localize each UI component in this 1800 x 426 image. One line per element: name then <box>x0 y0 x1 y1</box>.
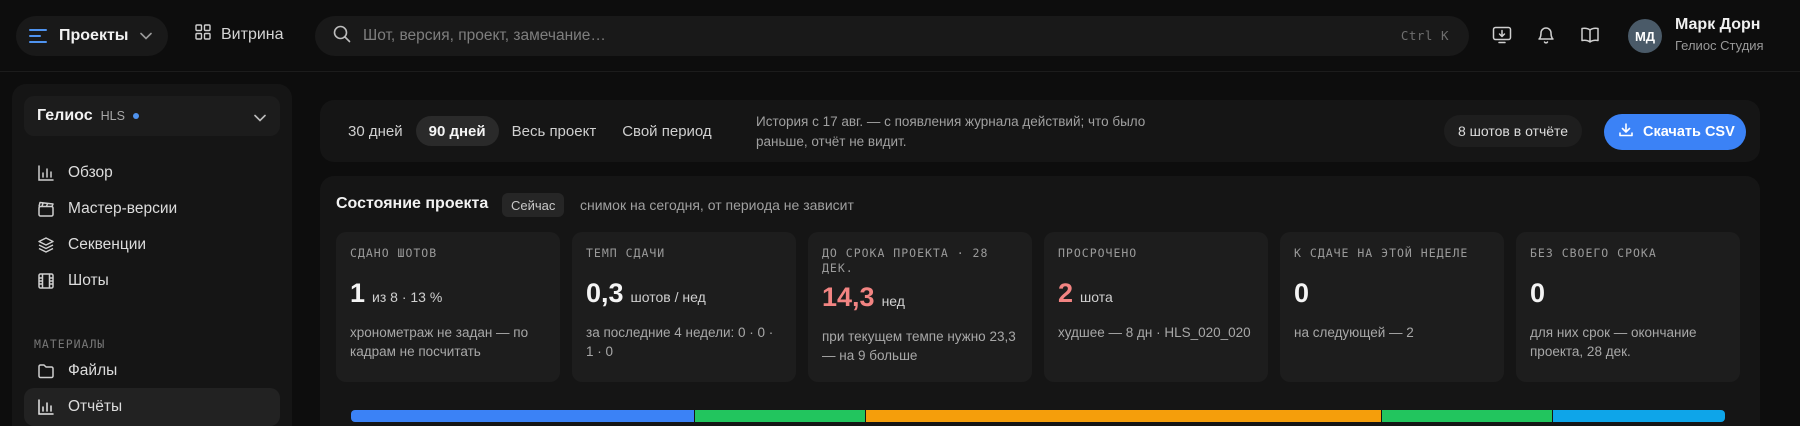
user-org: Гелиос Студия <box>1675 38 1764 53</box>
top-bar: Проекты Витрина Шот, версия, проект, зам… <box>0 0 1800 72</box>
kpi-card-pace: ТЕМП СДАЧИ 0,3 шотов / нед за последние … <box>572 232 796 382</box>
kpi-unit: шотов / нед <box>630 289 706 305</box>
sidebar-item-overview[interactable]: Обзор <box>24 154 280 192</box>
sidebar-item-sequences[interactable]: Секвенции <box>24 226 280 264</box>
kpi-card-deadline: ДО СРОКА ПРОЕКТА · 28 ДЕК. 14,3 нед при … <box>808 232 1032 382</box>
clapperboard-icon <box>36 199 56 219</box>
kpi-unit: из 8 · 13 % <box>372 289 443 305</box>
kpi-sub: на следующей — 2 <box>1294 325 1414 340</box>
status-dot <box>132 113 139 119</box>
workspace-selector[interactable]: Гелиос HLS <box>24 96 280 136</box>
sidebar-item-files[interactable]: Файлы <box>24 352 280 390</box>
now-badge: Сейчас <box>502 193 565 217</box>
sidebar-item-label: Обзор <box>68 164 113 181</box>
project-status-panel: Состояние проекта Сейчас снимок на сегод… <box>320 176 1760 426</box>
period-selector: 30 дней 90 дней Весь проект Свой период <box>335 113 725 149</box>
sidebar: Гелиос HLS Обзор Мастер-версии Секвенции… <box>12 84 292 426</box>
kpi-value: 2 <box>1058 278 1074 308</box>
download-csv-button[interactable]: Скачать CSV <box>1604 114 1746 150</box>
workspace-name: Гелиос <box>37 107 93 124</box>
kpi-card-overdue: ПРОСРОЧЕНО 2 шота худшее — 8 дн · HLS_02… <box>1044 232 1268 382</box>
distribution-segment <box>1553 410 1725 422</box>
kpi-unit: шота <box>1080 289 1113 305</box>
search-icon <box>333 25 351 48</box>
kpi-sub: хронометраж не задан — по кадрам не посч… <box>350 325 529 359</box>
kpi-card-no-own-deadline: БЕЗ СВОЕГО СРОКА 0 для них срок — оконча… <box>1516 232 1740 382</box>
sidebar-item-label: Файлы <box>68 362 118 379</box>
status-distribution-bar <box>351 410 1725 422</box>
period-note: История с 17 авг. — с появления журнала … <box>756 114 1146 149</box>
kpi-card-delivered: СДАНО ШОТОВ 1 из 8 · 13 % хронометраж не… <box>336 232 560 382</box>
chevron-down-icon <box>254 109 266 127</box>
grid-icon <box>195 24 211 45</box>
menu-icon <box>29 29 47 43</box>
kpi-value: 0,3 <box>586 278 624 308</box>
kpi-sub: для них срок — окончание проекта, 28 дек… <box>1530 325 1697 359</box>
bar-chart-icon <box>36 397 56 417</box>
kpi-label: ДО СРОКА ПРОЕКТА · 28 ДЕК. <box>822 246 989 275</box>
search-input[interactable]: Шот, версия, проект, замечание… Ctrl K <box>315 16 1469 56</box>
kpi-label: ТЕМП СДАЧИ <box>586 246 666 260</box>
download-icon <box>1618 122 1634 142</box>
shots-count-badge: 8 шотов в отчёте <box>1444 115 1583 147</box>
folder-icon <box>36 361 56 381</box>
monitor-download-icon[interactable] <box>1491 24 1513 46</box>
section-note: снимок на сегодня, от периода не зависит <box>580 197 854 213</box>
sidebar-item-label: Секвенции <box>68 236 147 253</box>
period-bar: 30 дней 90 дней Весь проект Свой период … <box>320 100 1760 162</box>
sidebar-item-label: Отчёты <box>68 398 123 415</box>
kpi-sub: при текущем темпе нужно 23,3 — на 9 боль… <box>822 329 1016 363</box>
projects-label: Проекты <box>59 27 129 44</box>
distribution-segment <box>866 410 1382 422</box>
sidebar-item-master-versions[interactable]: Мастер-версии <box>24 190 280 228</box>
workspace-code: HLS <box>100 109 125 123</box>
film-icon <box>36 271 56 291</box>
vitrina-label: Витрина <box>221 25 284 43</box>
avatar[interactable]: МД <box>1628 19 1662 53</box>
chevron-down-icon <box>140 27 153 45</box>
sidebar-item-label: Шоты <box>68 272 109 289</box>
distribution-segment <box>1381 410 1554 422</box>
kpi-value: 0 <box>1530 278 1546 308</box>
layers-icon <box>36 235 56 255</box>
kpi-label: БЕЗ СВОЕГО СРОКА <box>1530 246 1657 260</box>
period-option-30-days[interactable]: 30 дней <box>335 116 416 146</box>
kpi-label: К СДАЧЕ НА ЭТОЙ НЕДЕЛЕ <box>1294 246 1469 260</box>
projects-menu-button[interactable]: Проекты <box>16 16 168 56</box>
section-title: Состояние проекта <box>336 195 489 212</box>
kpi-value: 14,3 <box>822 282 875 312</box>
user-name[interactable]: Марк Дорн <box>1675 16 1760 34</box>
vitrina-link[interactable]: Витрина <box>195 24 284 45</box>
distribution-segment <box>351 410 695 422</box>
kpi-value: 1 <box>350 278 366 308</box>
period-option-whole-project[interactable]: Весь проект <box>499 116 610 146</box>
sidebar-item-label: Мастер-версии <box>68 200 178 217</box>
kpi-card-due-this-week: К СДАЧЕ НА ЭТОЙ НЕДЕЛЕ 0 на следующей — … <box>1280 232 1504 382</box>
download-csv-label: Скачать CSV <box>1643 124 1735 140</box>
kpi-unit: нед <box>881 293 905 309</box>
search-placeholder: Шот, версия, проект, замечание… <box>363 27 606 44</box>
kpi-sub: за последние 4 недели: 0 · 0 · 1 · 0 <box>586 325 774 359</box>
book-icon[interactable] <box>1579 24 1601 46</box>
kpi-label: СДАНО ШОТОВ <box>350 246 438 260</box>
search-shortcut: Ctrl K <box>1400 28 1449 43</box>
kpi-label: ПРОСРОЧЕНО <box>1058 246 1138 260</box>
bar-chart-icon <box>36 163 56 183</box>
sidebar-item-shots[interactable]: Шоты <box>24 262 280 300</box>
bell-icon[interactable] <box>1535 24 1557 46</box>
kpi-sub: худшее — 8 дн · HLS_020_020 <box>1058 325 1251 340</box>
distribution-segment <box>694 410 867 422</box>
kpi-value: 0 <box>1294 278 1310 308</box>
section-label-materials: МАТЕРИАЛЫ <box>34 337 106 351</box>
period-option-custom[interactable]: Свой период <box>609 116 724 146</box>
period-option-90-days[interactable]: 90 дней <box>415 116 499 146</box>
sidebar-item-reports[interactable]: Отчёты <box>24 388 280 426</box>
